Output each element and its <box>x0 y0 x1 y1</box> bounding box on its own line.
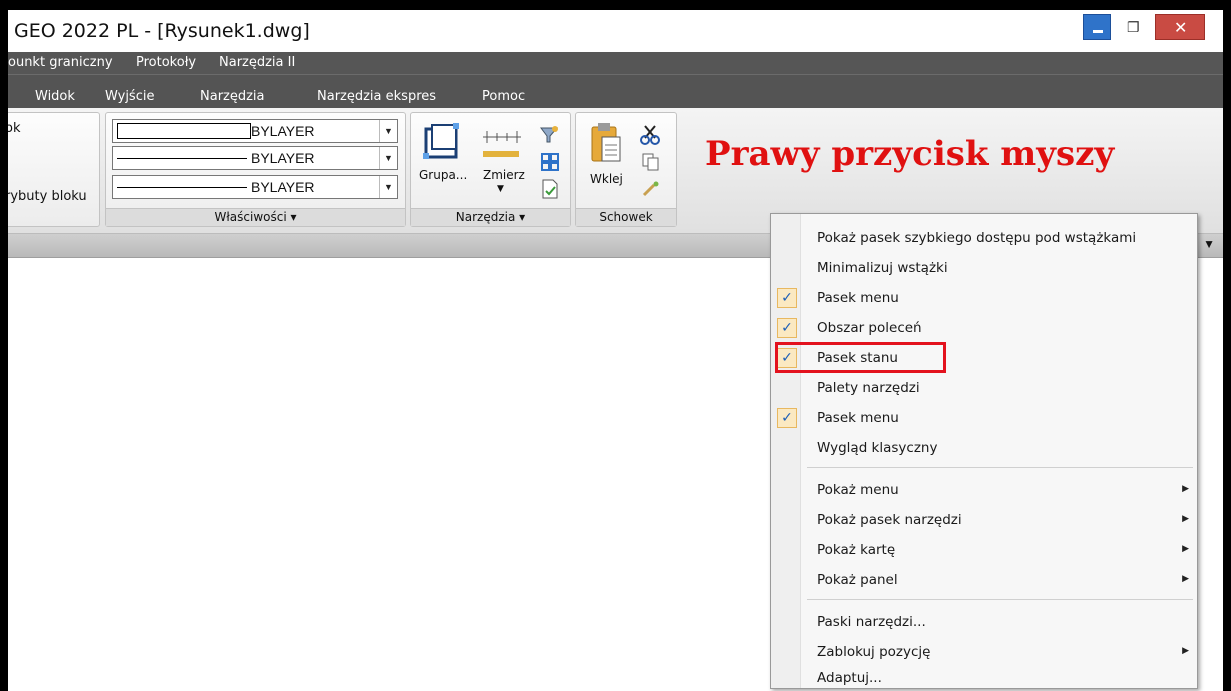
menu-item-show-menu[interactable]: Pokaż menu ▶ <box>771 475 1197 505</box>
close-button[interactable]: ✕ <box>1155 14 1205 40</box>
check-icon: ✓ <box>777 318 797 338</box>
chevron-down-icon[interactable]: ▼ <box>1203 237 1215 251</box>
restore-icon: ❐ <box>1127 19 1140 35</box>
menu-item-narzedzia-ii[interactable]: Narzędzia II <box>219 55 295 70</box>
menu-item-label: Adaptuj... <box>817 670 882 686</box>
zmierz-button[interactable]: Zmierz <box>483 168 525 182</box>
submenu-arrow-icon: ▶ <box>1182 543 1189 553</box>
menu-item-label: Pokaż kartę <box>817 542 896 558</box>
menu-item-widok[interactable]: Widok <box>35 89 75 104</box>
wlasciwosci-footer[interactable]: Właściwości ▾ <box>106 208 405 226</box>
menu-item-label: Pasek menu <box>817 410 899 426</box>
menu-item-label: Palety narzędzi <box>817 380 920 396</box>
linetype-combo[interactable]: BYLAYER ▼ <box>112 146 398 170</box>
submenu-arrow-icon: ▶ <box>1182 645 1189 655</box>
menu-item-quick-access-below[interactable]: Pokaż pasek szybkiego dostępu pod wstążk… <box>771 223 1197 253</box>
color-combo[interactable]: BYLAYER ▼ <box>112 119 398 143</box>
app-window: GEO 2022 PL - [Rysunek1.dwg] ❐ ✕ ounkt g… <box>8 10 1223 691</box>
group-icon[interactable] <box>423 123 463 161</box>
close-icon: ✕ <box>1174 18 1188 37</box>
menu-item-lock-position[interactable]: Zablokuj pozycję ▶ <box>771 637 1197 667</box>
annotation-text: Prawy przycisk myszy <box>705 134 1115 174</box>
copy-icon[interactable] <box>642 153 660 171</box>
menu-item-label: Minimalizuj wstążki <box>817 260 948 276</box>
menu-item-punkt-graniczny[interactable]: ounkt graniczny <box>8 55 113 70</box>
menu-item-classic-look[interactable]: Wygląd klasyczny <box>771 433 1197 463</box>
lineweight-sample <box>117 187 247 188</box>
panel-wlasciwosci: BYLAYER ▼ BYLAYER ▼ BYLAYER ▼ Właściwośc… <box>105 112 406 227</box>
menu-item-label: Paski narzędzi... <box>817 614 926 630</box>
lineweight-combo[interactable]: BYLAYER ▼ <box>112 175 398 199</box>
wklej-button[interactable]: Wklej <box>590 172 623 186</box>
lineweight-value: BYLAYER <box>251 179 315 195</box>
submenu-arrow-icon: ▶ <box>1182 513 1189 523</box>
minimize-button[interactable] <box>1083 14 1111 40</box>
menu-item-narzedzia[interactable]: Narzędzia <box>200 89 265 104</box>
menu-item-show-toolbar[interactable]: Pokaż pasek narzędzi ▶ <box>771 505 1197 535</box>
blok-label[interactable]: ok <box>8 121 20 136</box>
menu-item-minimize-ribbon[interactable]: Minimalizuj wstążki <box>771 253 1197 283</box>
menu-item-command-area[interactable]: ✓ Obszar poleceń <box>771 313 1197 343</box>
document-check-icon[interactable] <box>541 179 559 199</box>
highlight-frame <box>775 342 946 373</box>
chevron-down-icon[interactable]: ▼ <box>379 176 397 198</box>
menu-bar-main: Widok Wyjście Narzędzia Narzędzia ekspre… <box>8 74 1223 108</box>
chevron-down-icon[interactable]: ▼ <box>379 147 397 169</box>
menu-item-label: Pokaż menu <box>817 482 899 498</box>
color-sample <box>117 123 251 139</box>
menu-item-pomoc[interactable]: Pomoc <box>482 89 525 104</box>
check-icon: ✓ <box>777 288 797 308</box>
grid-icon[interactable] <box>541 153 559 171</box>
menu-item-show-tab[interactable]: Pokaż kartę ▶ <box>771 535 1197 565</box>
window-title: GEO 2022 PL - [Rysunek1.dwg] <box>14 20 310 42</box>
atrybuty-bloku-button[interactable]: rybuty bloku <box>8 189 87 204</box>
menu-item-label: Pokaż pasek narzędzi <box>817 512 962 528</box>
menu-bar-secondary: ounkt graniczny Protokoły Narzędzia II <box>8 52 1223 74</box>
chevron-down-icon[interactable]: ▼ <box>497 184 504 194</box>
paste-icon[interactable] <box>590 121 624 165</box>
context-menu: Pokaż pasek szybkiego dostępu pod wstążk… <box>770 213 1198 689</box>
restore-button[interactable]: ❐ <box>1117 14 1147 40</box>
submenu-arrow-icon: ▶ <box>1182 483 1189 493</box>
menu-item-protokoly[interactable]: Protokoły <box>136 55 196 70</box>
submenu-arrow-icon: ▶ <box>1182 573 1189 583</box>
menu-separator <box>807 467 1193 468</box>
filter-icon[interactable] <box>539 125 559 145</box>
menu-item-label: Wygląd klasyczny <box>817 440 938 456</box>
linetype-sample <box>117 158 247 159</box>
panel-schowek: Wklej Schowek <box>575 112 677 227</box>
menu-separator <box>807 599 1193 600</box>
menu-item-label: Zablokuj pozycję <box>817 644 931 660</box>
chevron-down-icon[interactable]: ▼ <box>379 120 397 142</box>
cut-icon[interactable] <box>640 125 662 145</box>
menu-item-show-panel[interactable]: Pokaż panel ▶ <box>771 565 1197 595</box>
menu-item-toolbars[interactable]: Paski narzędzi... <box>771 607 1197 637</box>
narzedzia-footer[interactable]: Narzędzia ▾ <box>411 208 570 226</box>
menu-item-label: Pokaż pasek szybkiego dostępu pod wstążk… <box>817 230 1137 246</box>
menu-item-label: Pokaż panel <box>817 572 898 588</box>
match-properties-icon[interactable] <box>642 181 660 197</box>
panel-narzedzia: Grupa... Zmierz ▼ Narzędzia ▾ <box>410 112 571 227</box>
title-bar: GEO 2022 PL - [Rysunek1.dwg] ❐ ✕ <box>8 10 1223 52</box>
schowek-footer[interactable]: Schowek <box>576 208 676 226</box>
grupa-button[interactable]: Grupa... <box>419 168 467 182</box>
linetype-value: BYLAYER <box>251 150 315 166</box>
menu-item-narzedzia-ekspres[interactable]: Narzędzia ekspres <box>317 89 436 104</box>
menu-item-wyjscie[interactable]: Wyjście <box>105 89 154 104</box>
menu-item-menu-bar-2[interactable]: ✓ Pasek menu <box>771 403 1197 433</box>
menu-item-label: Pasek menu <box>817 290 899 306</box>
menu-item-menu-bar[interactable]: ✓ Pasek menu <box>771 283 1197 313</box>
menu-item-tool-palettes[interactable]: Palety narzędzi <box>771 373 1197 403</box>
color-value: BYLAYER <box>251 123 315 139</box>
measure-icon[interactable] <box>481 127 525 163</box>
panel-blok: ok rybuty bloku <box>8 112 100 227</box>
check-icon: ✓ <box>777 408 797 428</box>
menu-item-customize[interactable]: Adaptuj... <box>771 667 1197 689</box>
menu-item-label: Obszar poleceń <box>817 320 922 336</box>
